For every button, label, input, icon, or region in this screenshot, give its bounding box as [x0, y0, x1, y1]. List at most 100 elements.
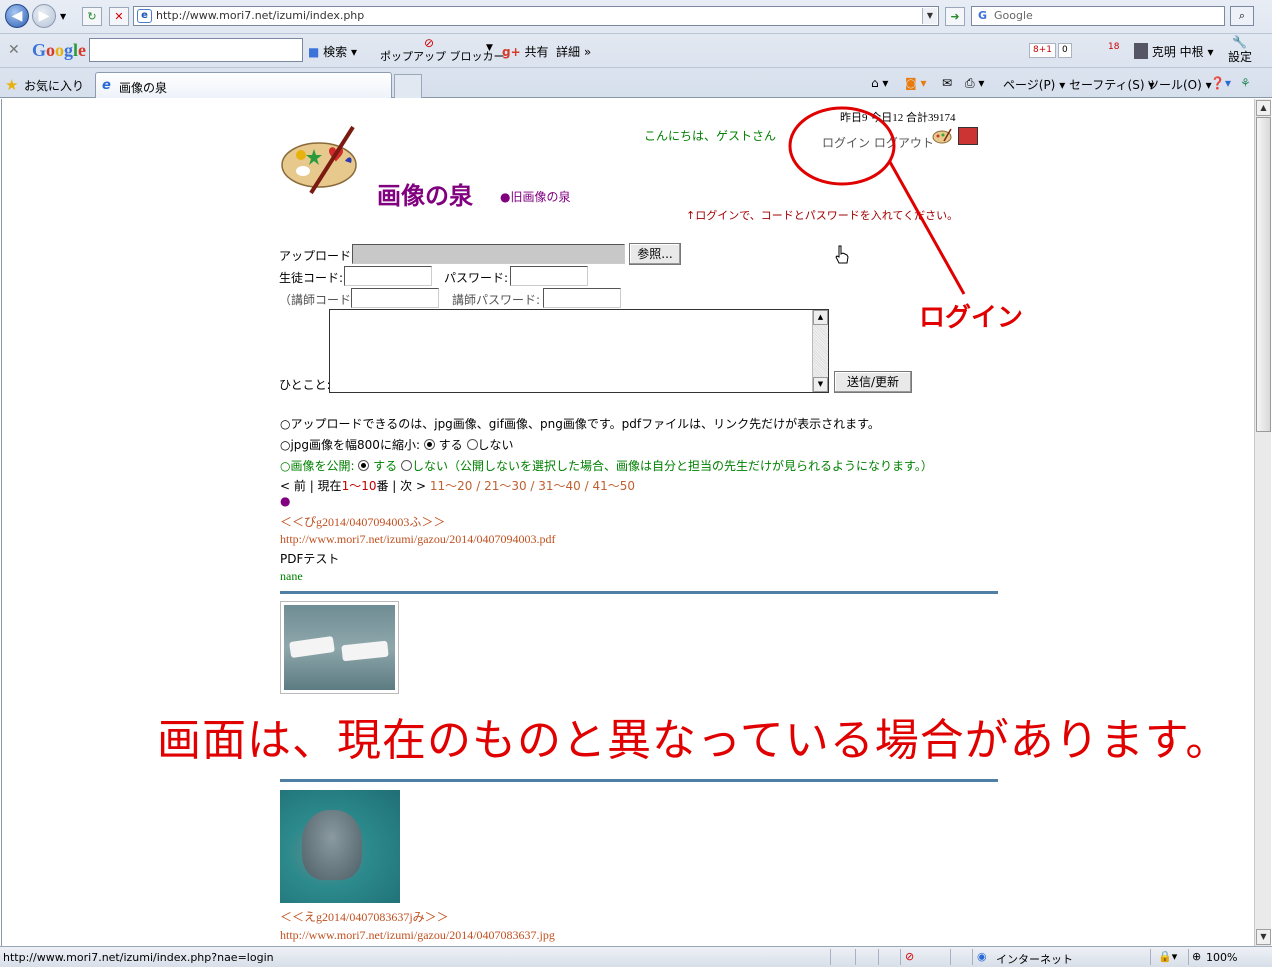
teacher-code-input[interactable] — [351, 288, 439, 308]
tab-title: 画像の泉 — [119, 81, 168, 95]
scroll-up-icon[interactable]: ▲ — [813, 310, 828, 325]
old-site-link[interactable]: ●旧画像の泉 — [500, 188, 570, 205]
notice-overlay: 画面は、現在のものと異なっている場合があります。 — [157, 715, 1231, 766]
login-callout-label: ログイン — [919, 303, 1024, 333]
entry-thumbnail-boats[interactable] — [280, 601, 399, 694]
notification-badge[interactable]: 18 — [1108, 42, 1119, 52]
shrink-no-label: しない — [477, 438, 514, 452]
page-scrollbar[interactable]: ▲ ▼ — [1254, 99, 1271, 946]
details-button[interactable]: 詳細 » — [556, 43, 591, 60]
status-url: http://www.mori7.net/izumi/index.php?nae… — [3, 951, 274, 964]
pager-prev[interactable]: < 前 — [280, 479, 306, 493]
settings-button[interactable]: 設定 — [1228, 48, 1252, 65]
internet-zone-icon: ◉ — [977, 950, 987, 963]
mail-icon[interactable]: ✉ — [942, 76, 952, 90]
scroll-down-icon[interactable]: ▼ — [813, 377, 828, 392]
upload-types-note: ○アップロードできるのは、jpg画像、gif画像、png画像です。pdfファイル… — [280, 417, 880, 431]
scroll-up-icon[interactable]: ▲ — [1256, 100, 1271, 116]
address-dropdown-icon[interactable]: ▼ — [922, 8, 937, 24]
favorites-star-icon: ★ — [5, 76, 19, 94]
teacher-password-label: 講師パスワード: — [452, 293, 541, 307]
student-code-label: 生徒コード: — [279, 271, 344, 285]
status-bar: http://www.mori7.net/izumi/index.php?nae… — [0, 946, 1272, 967]
pager-next[interactable]: 次 > — [400, 479, 426, 493]
protected-mode-icon[interactable]: ⊘ — [905, 950, 914, 963]
safety-menu[interactable]: セーフティ(S) ▾ — [1069, 76, 1154, 93]
pager-current-range: 1〜10 — [341, 479, 377, 493]
entry-text: PDFテスト — [280, 552, 340, 566]
zoom-level[interactable]: 100% — [1206, 951, 1237, 964]
ie-tab-icon: e — [102, 78, 111, 93]
ie-page-icon: e — [137, 9, 152, 23]
login-hint: ↑ログインで、コードとパスワードを入れてください。 — [686, 209, 959, 222]
new-tab-button[interactable] — [394, 74, 422, 98]
shrink-yes-radio[interactable] — [423, 439, 435, 450]
plusone-count[interactable]: 8+1 — [1029, 43, 1056, 58]
popup-dropdown-icon[interactable]: ▼ — [486, 43, 493, 53]
stop-icon[interactable]: ✕ — [109, 7, 129, 26]
research-icon[interactable]: ⚘ — [1240, 76, 1251, 90]
entry-divider — [280, 591, 998, 594]
login-logout-links[interactable]: ログイン ログアウト — [822, 134, 934, 151]
comment-textarea[interactable]: ▲ ▼ — [329, 309, 829, 393]
lock-icon[interactable]: 🔒▾ — [1158, 950, 1177, 963]
home-icon[interactable]: ⌂ ▾ — [871, 76, 888, 90]
tab-izumi[interactable]: e 画像の泉 — [95, 72, 392, 98]
google-search-button[interactable]: ■ 検索 ▾ — [308, 43, 357, 60]
entry-divider — [280, 779, 998, 782]
rss-icon[interactable]: ◙ ▾ — [905, 76, 926, 90]
tab-bar: ★ お気に入り e 画像の泉 ⌂ ▾ ◙ ▾ ✉ ⎙ ▾ ページ(P) ▾ セー… — [0, 67, 1272, 98]
browser-chrome: ◀ ▶ ▼ ↻ ✕ e http://www.mori7.net/izumi/i… — [0, 0, 1272, 98]
forward-button[interactable]: ▶ — [32, 4, 56, 28]
shrink-no-radio[interactable] — [466, 439, 478, 450]
page-viewport: 昨日9 今日12 合計39174 こんにちは、ゲストさん ログイン ログアウト … — [1, 99, 1254, 946]
back-button[interactable]: ◀ — [5, 4, 29, 28]
user-menu[interactable]: 克明 中根 ▾ — [1134, 43, 1214, 60]
close-toolbar-icon[interactable]: ✕ — [8, 42, 20, 58]
entry-thumbnail-dolphin[interactable] — [280, 790, 400, 903]
favorites-button[interactable]: お気に入り — [24, 77, 84, 94]
password-input[interactable] — [510, 266, 588, 286]
search-box[interactable]: G Google — [971, 6, 1225, 26]
shrink-yes-label: する — [438, 438, 463, 452]
entry-title[interactable]: ＜＜えg2014/0407083637jみ＞＞ — [280, 908, 449, 925]
go-button[interactable]: ➜ — [945, 7, 965, 26]
zoom-icon[interactable]: ⊕ — [1192, 950, 1201, 963]
scroll-thumb[interactable] — [1256, 117, 1271, 432]
pager-next-pages[interactable]: 11〜20 / 21〜30 / 31〜40 / 41〜50 — [430, 479, 635, 493]
address-bar[interactable]: e http://www.mori7.net/izumi/index.php ▼ — [133, 6, 939, 26]
pager: < 前 | 現在1〜10番 | 次 > 11〜20 / 21〜30 / 31〜4… — [280, 479, 636, 493]
google-toolbar-search-input[interactable] — [89, 38, 303, 62]
public-yes-radio[interactable] — [358, 460, 370, 471]
refresh-icon[interactable]: ↻ — [82, 7, 102, 26]
palette-small-icon[interactable] — [932, 127, 952, 145]
student-code-input[interactable] — [344, 266, 432, 286]
upload-file-input[interactable] — [352, 244, 625, 264]
comment-label: ひとこと: — [279, 378, 331, 392]
teacher-password-input[interactable] — [543, 288, 621, 308]
tools-menu[interactable]: ツール(O) ▾ — [1147, 76, 1212, 93]
hand-cursor-icon — [835, 245, 849, 265]
public-no-radio[interactable] — [401, 460, 413, 471]
textarea-scrollbar[interactable]: ▲ ▼ — [812, 310, 828, 392]
page-menu[interactable]: ページ(P) ▾ — [1003, 76, 1065, 93]
wrench-icon: 🔧 — [1232, 35, 1247, 49]
shrink-label: ○jpg画像を幅800に縮小: — [280, 438, 420, 452]
browse-button[interactable]: 参照... — [629, 243, 681, 265]
entry-url[interactable]: http://www.mori7.net/izumi/gazou/2014/04… — [280, 928, 555, 943]
print-icon[interactable]: ⎙ ▾ — [965, 76, 984, 91]
entry-url[interactable]: http://www.mori7.net/izumi/gazou/2014/04… — [280, 532, 556, 547]
palette-logo — [281, 125, 371, 195]
gplus-icon: g+ — [502, 45, 521, 59]
share-button[interactable]: g+ 共有 — [502, 43, 549, 60]
navigation-bar: ◀ ▶ ▼ ↻ ✕ e http://www.mori7.net/izumi/i… — [0, 0, 1272, 33]
entry-title[interactable]: ＜＜ぴg2014/0407094003ふ＞＞ — [280, 513, 445, 530]
history-dropdown-icon[interactable]: ▼ — [60, 12, 66, 21]
scroll-down-icon[interactable]: ▼ — [1256, 929, 1271, 945]
search-placeholder: Google — [994, 9, 1033, 22]
submit-button[interactable]: 送信/更新 — [834, 371, 912, 393]
plusone-count-secondary: 0 — [1058, 43, 1072, 58]
help-icon[interactable]: ❓▾ — [1210, 76, 1231, 90]
search-button-icon[interactable]: ⌕ — [1230, 6, 1254, 26]
gallery-icon[interactable] — [958, 127, 978, 145]
